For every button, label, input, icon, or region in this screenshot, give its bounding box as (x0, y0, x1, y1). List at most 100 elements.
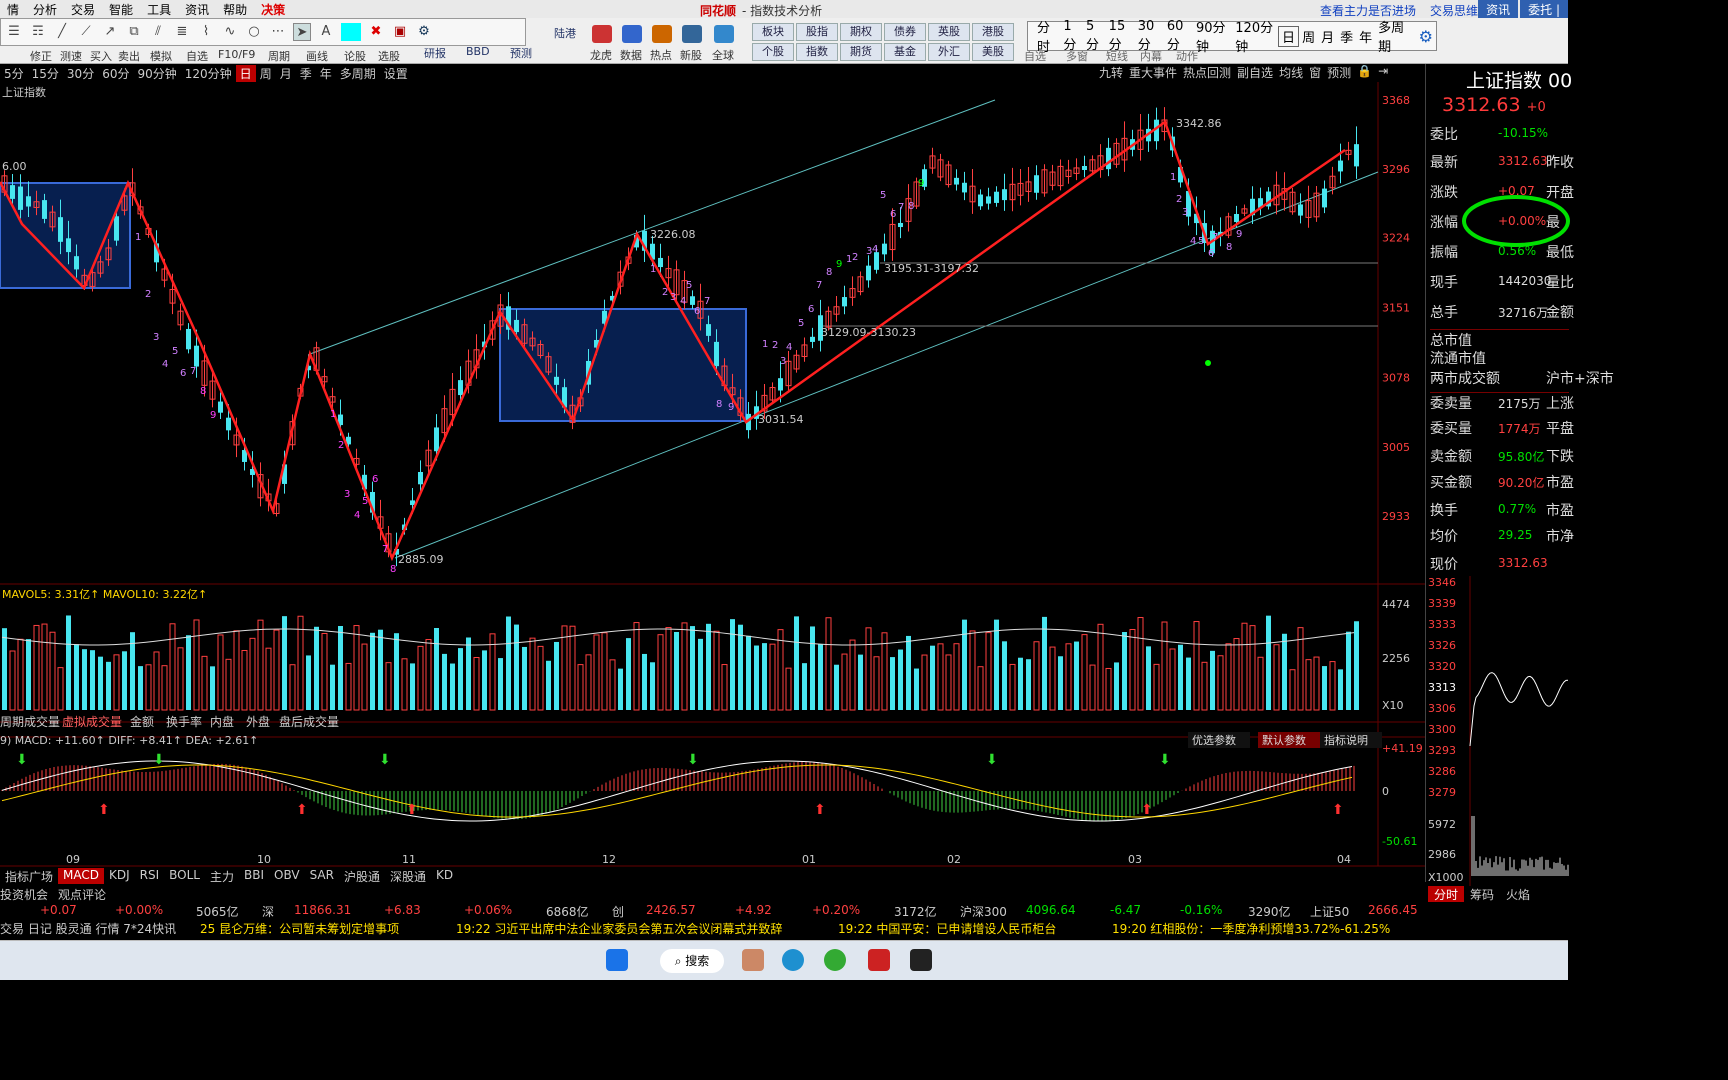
quick-button-2[interactable]: 期权 (840, 23, 882, 41)
toolbar-left2-3[interactable]: 预测 (510, 45, 532, 61)
quick-button-10[interactable]: 外汇 (928, 43, 970, 61)
toolbar-left-label-9[interactable]: 论股 (344, 48, 366, 64)
subbar-period-1[interactable]: 15分 (28, 65, 63, 82)
save-drawings-icon[interactable]: ▣ (391, 23, 409, 41)
more-tools-icon[interactable]: ⋯ (269, 23, 287, 41)
period-option-0[interactable]: 分时 (1034, 17, 1060, 55)
subbar-period-2[interactable]: 30分 (63, 65, 98, 82)
volume-tab-6[interactable]: 盘后成交量 (279, 714, 339, 729)
menu-item-tools[interactable]: 工具 (140, 1, 178, 18)
lock-icon[interactable]: 🔒 (1354, 64, 1375, 81)
chart-tool-5[interactable]: 窗 (1306, 64, 1324, 81)
period-option-5[interactable]: 60分 (1164, 19, 1193, 53)
indicator-tab-0[interactable]: 指标广场 (0, 868, 58, 884)
expand-icon[interactable]: ⇥ (1375, 64, 1391, 81)
period-option-9[interactable]: 周 (1299, 27, 1318, 46)
recorder-icon[interactable] (910, 949, 932, 971)
toolbar-left-label-0[interactable]: 修正 (30, 48, 52, 64)
news-item-4[interactable]: 19:20 红相股份：一季度净利预增33.72%-61.25% (1112, 920, 1390, 937)
cursor-tool-icon[interactable]: ➤ (293, 23, 311, 41)
color-picker-icon[interactable] (341, 23, 361, 41)
indicator-tab-7[interactable]: OBV (269, 868, 305, 884)
toolbar-icon-0[interactable] (592, 25, 612, 43)
subbar-period-10[interactable]: 年 (316, 65, 336, 82)
chart-tool-0[interactable]: 九转 (1096, 64, 1126, 81)
circle-tool-icon[interactable]: ○ (245, 23, 263, 41)
settings-icon[interactable]: ⚙ (415, 23, 433, 41)
volume-tab-3[interactable]: 换手率 (166, 714, 202, 729)
toolbar-icon-1[interactable] (622, 25, 642, 43)
delete-icon[interactable]: ✖ (367, 23, 385, 41)
quick-button-9[interactable]: 基金 (884, 43, 926, 61)
menu-item-news[interactable]: 资讯 (178, 1, 216, 18)
toolbar-icon-4[interactable] (714, 25, 734, 43)
font-tool-icon[interactable]: A (317, 23, 335, 41)
subbar-period-12[interactable]: 设置 (380, 65, 412, 82)
subbar-period-4[interactable]: 90分钟 (133, 65, 180, 82)
toolbar-left-label-2[interactable]: 买入 (90, 48, 112, 64)
news-item-2[interactable]: 19:22 习近平出席中法企业家委员会第五次会议闭幕式并致辞 (456, 920, 782, 937)
toolbar-left-label-1[interactable]: 测速 (60, 48, 82, 64)
indicator-tab-6[interactable]: BBI (239, 868, 269, 884)
ray-tool-icon[interactable]: ⟋ (77, 23, 95, 41)
subbar-period-5[interactable]: 120分钟 (181, 65, 236, 82)
indicator-tab-1[interactable]: MACD (58, 868, 104, 884)
period-settings-icon[interactable]: ⚙ (1416, 27, 1436, 46)
menu-lines-icon[interactable]: ☰ (5, 23, 23, 41)
intraday-mini-chart[interactable]: 3346 3339 3333 3326 3320 3313 3306 3300 3293 3286… (1426, 576, 1569, 886)
indicator-tab-4[interactable]: BOLL (164, 868, 205, 884)
period-option-4[interactable]: 30分 (1135, 19, 1164, 53)
toolbar-left2-0[interactable]: 陆港 (554, 25, 576, 41)
subbar-period-6[interactable]: 日 (235, 64, 256, 82)
menu-item-help[interactable]: 帮助 (216, 1, 254, 18)
side-tab-1[interactable]: 筹码 (1464, 886, 1500, 903)
quick-button-11[interactable]: 美股 (972, 43, 1014, 61)
quick-button-6[interactable]: 个股 (752, 43, 794, 61)
subbar-period-11[interactable]: 多周期 (336, 65, 380, 82)
indicator-tab-8[interactable]: SAR (305, 868, 339, 884)
toolbar-left-label-5[interactable]: 自选 (186, 48, 208, 64)
quick-button-3[interactable]: 债券 (884, 23, 926, 41)
bottom-link-1[interactable]: 观点评论 (58, 888, 106, 902)
toolbar-left2-2[interactable]: BBD (466, 45, 490, 58)
quick-button-4[interactable]: 英股 (928, 23, 970, 41)
bottom-link-0[interactable]: 投资机会 (0, 888, 48, 902)
toolbar-left-label-10[interactable]: 选股 (378, 48, 400, 64)
chart-tool-6[interactable]: 预测 (1324, 64, 1354, 81)
tonghuashun-icon[interactable] (868, 949, 890, 971)
news-item-1[interactable]: 25 昆仑万维：公司暂未筹划定增事项 (200, 920, 399, 937)
segment-tool-icon[interactable]: ↗ (101, 23, 119, 41)
period-option-7[interactable]: 120分钟 (1232, 17, 1278, 55)
taskbar-search[interactable]: ⌕ 搜索 (660, 949, 724, 973)
period-option-8[interactable]: 日 (1278, 25, 1300, 47)
chart-tool-3[interactable]: 副自选 (1234, 64, 1276, 81)
toolbar-icon-3[interactable] (682, 25, 702, 43)
side-tab-2[interactable]: 火焰 (1500, 886, 1536, 903)
toolbar-icon-2[interactable] (652, 25, 672, 43)
indicator-tab-11[interactable]: KD (431, 868, 458, 884)
subbar-period-3[interactable]: 60分 (98, 65, 133, 82)
edge-icon[interactable] (782, 949, 804, 971)
rect-tool-icon[interactable]: ⧉ (125, 23, 143, 41)
volume-tab-4[interactable]: 内盘 (210, 714, 234, 729)
menu-item-analysis[interactable]: 分析 (26, 1, 64, 18)
volume-tab-0[interactable]: 周期成交量 (0, 714, 60, 729)
quick-button-1[interactable]: 股指 (796, 23, 838, 41)
subbar-period-8[interactable]: 月 (276, 65, 296, 82)
chart-tool-4[interactable]: 均线 (1276, 64, 1306, 81)
news-item-3[interactable]: 19:22 中国平安：已申请增设人民币柜台 (838, 920, 1056, 937)
period-option-11[interactable]: 季 (1337, 27, 1356, 46)
period-option-3[interactable]: 15分 (1106, 19, 1135, 53)
browser-icon[interactable] (824, 949, 846, 971)
quick-button-7[interactable]: 指数 (796, 43, 838, 61)
text-tool-icon[interactable]: ☶ (29, 23, 47, 41)
indicator-tab-2[interactable]: KDJ (104, 868, 135, 884)
toolbar-left-label-6[interactable]: F10/F9 (218, 48, 255, 61)
macd-button-2[interactable]: 指标说明 (1324, 733, 1368, 747)
chart-tool-1[interactable]: 重大事件 (1126, 64, 1180, 81)
wave-tool-icon[interactable]: ⌇ (197, 23, 215, 41)
app-icon-1[interactable] (742, 949, 764, 971)
toolbar-left-label-4[interactable]: 模拟 (150, 48, 172, 64)
menu-item-smart[interactable]: 智能 (102, 1, 140, 18)
curve-tool-icon[interactable]: ∿ (221, 23, 239, 41)
